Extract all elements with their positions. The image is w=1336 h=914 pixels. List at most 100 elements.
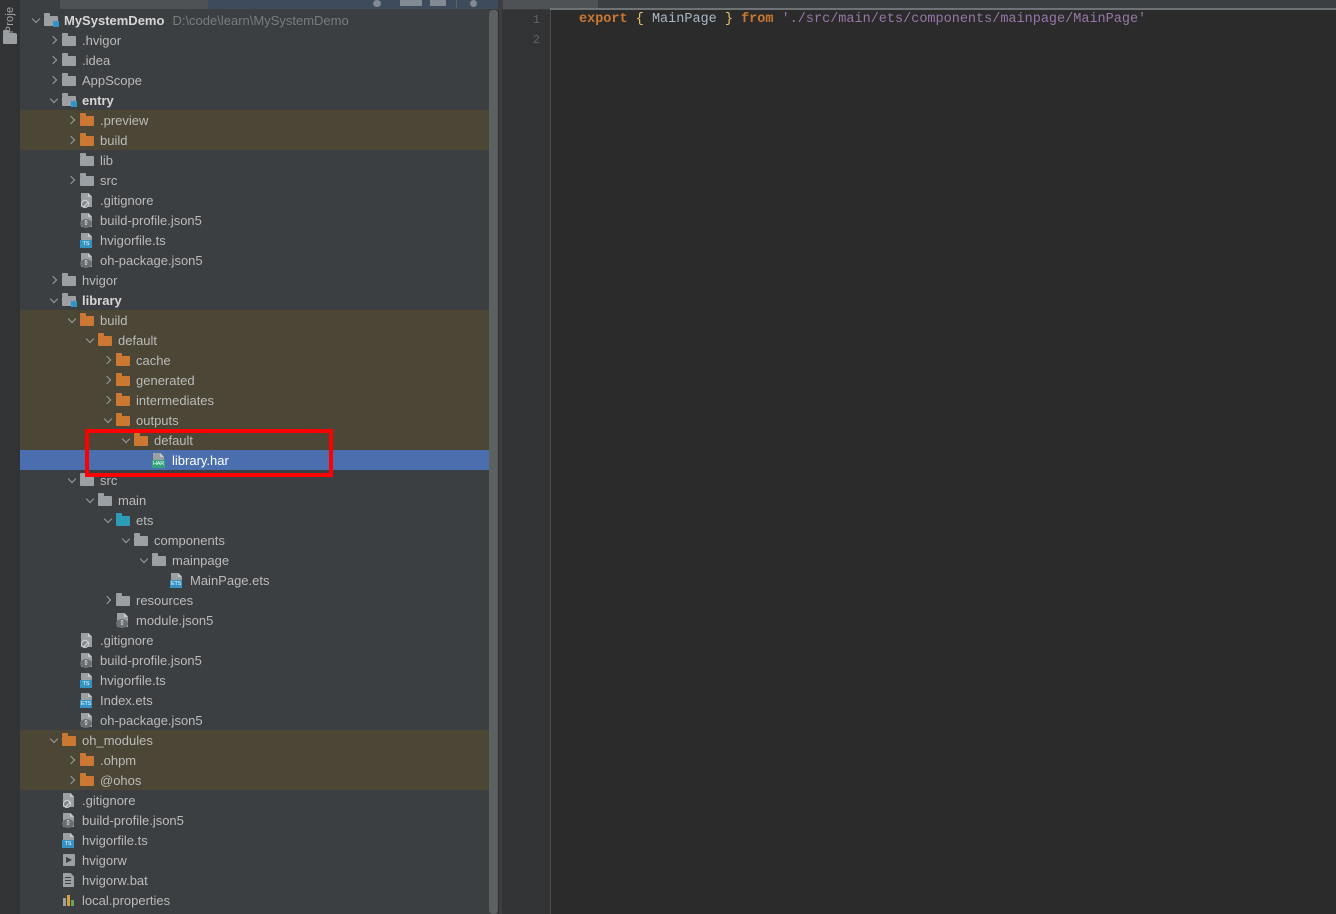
chevron-right-icon[interactable]	[48, 75, 59, 86]
tree-row[interactable]: .hvigor	[20, 30, 498, 50]
code-text-area[interactable]: export { MainPage } from './src/main/ets…	[551, 10, 1336, 914]
tree-row[interactable]: .gitignore	[20, 790, 498, 810]
tree-row[interactable]: ets	[20, 510, 498, 530]
chevron-down-icon[interactable]	[120, 435, 131, 446]
tree-row-label: resources	[136, 592, 194, 608]
tool-window-tab-stub[interactable]	[60, 0, 208, 9]
tree-row[interactable]: default	[20, 430, 498, 450]
tree-row[interactable]: ETS Index.ets	[20, 690, 498, 710]
tree-row[interactable]: src	[20, 170, 498, 190]
tree-row[interactable]: main	[20, 490, 498, 510]
chevron-down-icon[interactable]	[120, 535, 131, 546]
tree-row[interactable]: oh_modules	[20, 730, 498, 750]
tree-row[interactable]: {} module.json5	[20, 610, 498, 630]
chevron-right-icon[interactable]	[102, 595, 113, 606]
batch-file-icon	[61, 872, 77, 888]
tree-row-label: library	[82, 292, 122, 308]
tree-row[interactable]: hvigorw	[20, 850, 498, 870]
chevron-right-icon[interactable]	[102, 375, 113, 386]
tree-row[interactable]: ETS MainPage.ets	[20, 570, 498, 590]
no-chevron	[102, 615, 113, 626]
tree-row-root[interactable]: MySystemDemo D:\code\learn\MySystemDemo	[20, 10, 498, 30]
tree-row[interactable]: lib	[20, 150, 498, 170]
tree-row[interactable]: intermediates	[20, 390, 498, 410]
tree-row[interactable]: build	[20, 130, 498, 150]
chevron-down-icon[interactable]	[102, 415, 113, 426]
chevron-down-icon[interactable]	[48, 95, 59, 106]
chevron-right-icon[interactable]	[66, 775, 77, 786]
tree-row[interactable]: TS hvigorfile.ts	[20, 830, 498, 850]
chevron-right-icon[interactable]	[48, 55, 59, 66]
chevron-down-icon[interactable]	[102, 515, 113, 526]
tree-row[interactable]: AppScope	[20, 70, 498, 90]
tree-row[interactable]: mainpage	[20, 550, 498, 570]
chevron-right-icon[interactable]	[66, 115, 77, 126]
tree-scrollbar-thumb[interactable]	[489, 10, 498, 914]
tree-row[interactable]: resources	[20, 590, 498, 610]
tree-row[interactable]: TS hvigorfile.ts	[20, 230, 498, 250]
json5-file-icon: {}	[61, 812, 77, 828]
ets-file-icon: ETS	[169, 572, 185, 588]
project-tree-panel[interactable]: MySystemDemo D:\code\learn\MySystemDemo …	[20, 10, 498, 914]
project-root-path: D:\code\learn\MySystemDemo	[172, 12, 349, 28]
preview-icon[interactable]	[430, 0, 446, 6]
folder-icon[interactable]	[3, 30, 17, 44]
chevron-right-icon[interactable]	[48, 275, 59, 286]
tree-row-label: default	[154, 432, 194, 448]
chevron-right-icon[interactable]	[66, 755, 77, 766]
chevron-down-icon[interactable]	[138, 555, 149, 566]
tree-row-label: @ohos	[100, 772, 142, 788]
search-icon[interactable]	[470, 0, 477, 7]
tree-row-label: oh_modules	[82, 732, 153, 748]
tree-row[interactable]: default	[20, 330, 498, 350]
tree-row[interactable]: .preview	[20, 110, 498, 130]
chevron-right-icon[interactable]	[102, 355, 113, 366]
tree-row-label: hvigorfile.ts	[100, 232, 166, 248]
no-chevron	[66, 215, 77, 226]
tree-row[interactable]: .gitignore	[20, 190, 498, 210]
tree-row[interactable]: src	[20, 470, 498, 490]
tree-row[interactable]: build	[20, 310, 498, 330]
chevron-down-icon[interactable]	[48, 295, 59, 306]
device-selector-icon[interactable]	[400, 0, 422, 6]
tree-row[interactable]: local.properties	[20, 890, 498, 910]
chevron-right-icon[interactable]	[102, 395, 113, 406]
tree-row[interactable]: .ohpm	[20, 750, 498, 770]
no-chevron	[66, 675, 77, 686]
tree-row[interactable]: outputs	[20, 410, 498, 430]
tree-row[interactable]: {} oh-package.json5	[20, 250, 498, 270]
tree-row[interactable]: hvigorw.bat	[20, 870, 498, 890]
typescript-file-icon: TS	[79, 672, 95, 688]
run-icon[interactable]	[373, 0, 381, 7]
tree-row[interactable]: hvigor	[20, 270, 498, 290]
chevron-down-icon[interactable]	[84, 495, 95, 506]
tree-row-label: hvigorfile.ts	[82, 832, 148, 848]
tree-row[interactable]: {} oh-package.json5	[20, 710, 498, 730]
tree-row[interactable]: {} build-profile.json5	[20, 650, 498, 670]
tree-row[interactable]: {} build-profile.json5	[20, 210, 498, 230]
chevron-down-icon[interactable]	[84, 335, 95, 346]
tree-row[interactable]: library	[20, 290, 498, 310]
tree-row[interactable]: cache	[20, 350, 498, 370]
tree-scrollbar[interactable]	[489, 10, 498, 914]
tree-row[interactable]: TS hvigorfile.ts	[20, 670, 498, 690]
json5-file-icon: {}	[115, 612, 131, 628]
tree-row[interactable]: generated	[20, 370, 498, 390]
run-config-bar[interactable]	[208, 0, 500, 9]
tree-row[interactable]: @ohos	[20, 770, 498, 790]
tree-row[interactable]: components	[20, 530, 498, 550]
tree-row-label: build-profile.json5	[100, 212, 202, 228]
chevron-right-icon[interactable]	[66, 175, 77, 186]
chevron-down-icon[interactable]	[48, 735, 59, 746]
tree-row[interactable]: entry	[20, 90, 498, 110]
chevron-right-icon[interactable]	[48, 35, 59, 46]
tree-row[interactable]: {} build-profile.json5	[20, 810, 498, 830]
tree-row[interactable]: HAR library.har	[20, 450, 498, 470]
tree-row[interactable]: .gitignore	[20, 630, 498, 650]
chevron-right-icon[interactable]	[66, 135, 77, 146]
chevron-down-icon[interactable]	[66, 315, 77, 326]
code-editor[interactable]: 1 2 export { MainPage } from './src/main…	[502, 10, 1336, 914]
tree-row[interactable]: .idea	[20, 50, 498, 70]
chevron-down-icon[interactable]	[66, 475, 77, 486]
chevron-down-icon[interactable]	[30, 15, 41, 26]
